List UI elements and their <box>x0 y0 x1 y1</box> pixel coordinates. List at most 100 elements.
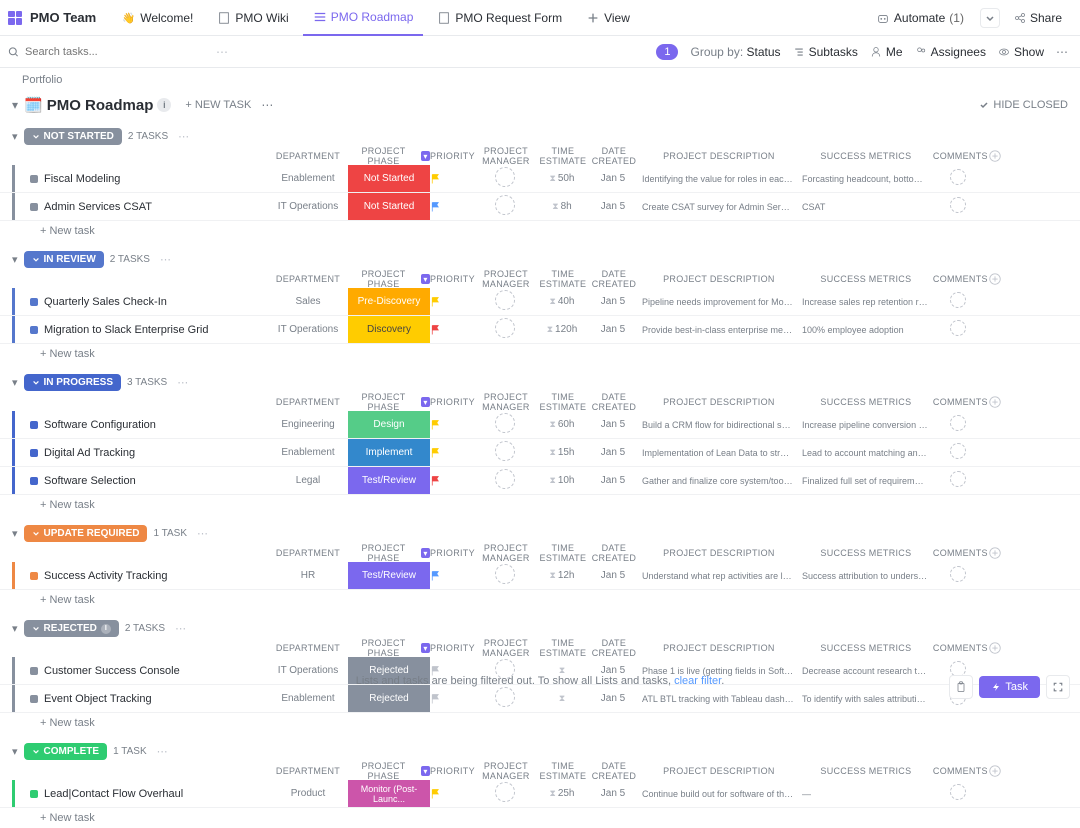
task-comments[interactable] <box>932 566 984 585</box>
task-comments[interactable] <box>932 471 984 490</box>
col-description[interactable]: PROJECT DESCRIPTION <box>639 548 799 558</box>
task-phase[interactable]: Pre-Discovery <box>348 288 430 315</box>
task-comments[interactable] <box>932 292 984 311</box>
col-description[interactable]: PROJECT DESCRIPTION <box>639 151 799 161</box>
group-more-icon[interactable]: ⋯ <box>178 130 189 143</box>
task-department[interactable]: HR <box>268 570 348 581</box>
task-estimate[interactable]: ⧗120h <box>536 324 588 335</box>
task-metrics[interactable]: Success attribution to understand custom… <box>798 571 932 581</box>
col-comments[interactable]: COMMENTS <box>933 548 988 558</box>
task-priority[interactable] <box>430 447 474 459</box>
status-dot-icon[interactable] <box>30 298 38 306</box>
task-row[interactable]: Migration to Slack Enterprise Grid IT Op… <box>0 316 1080 344</box>
col-phase[interactable]: PROJECT PHASE ▾ <box>348 392 430 412</box>
task-manager[interactable] <box>474 167 536 190</box>
col-manager[interactable]: PROJECT MANAGER <box>475 392 537 412</box>
group-more-icon[interactable]: ⋯ <box>160 253 171 266</box>
col-created[interactable]: DATE CREATED <box>589 269 639 289</box>
group-collapse-icon[interactable]: ▾ <box>12 622 18 635</box>
task-department[interactable]: IT Operations <box>268 201 348 212</box>
col-created[interactable]: DATE CREATED <box>589 146 639 166</box>
col-phase[interactable]: PROJECT PHASE ▾ <box>348 761 430 781</box>
status-dot-icon[interactable] <box>30 477 38 485</box>
col-manager[interactable]: PROJECT MANAGER <box>475 269 537 289</box>
col-comments[interactable]: COMMENTS <box>933 151 988 161</box>
task-estimate[interactable]: ⧗50h <box>536 173 588 184</box>
task-department[interactable]: Sales <box>268 296 348 307</box>
col-estimate[interactable]: TIME ESTIMATE <box>537 146 589 166</box>
clear-filter-link[interactable]: clear filter <box>674 675 721 687</box>
assignees-button[interactable]: Assignees <box>915 45 986 59</box>
task-department[interactable]: Legal <box>268 475 348 486</box>
task-description[interactable]: Identifying the value for roles in each … <box>638 174 798 184</box>
task-row[interactable]: Digital Ad Tracking Enablement Implement… <box>0 439 1080 467</box>
task-metrics[interactable]: Decrease account research time for CSMs … <box>798 666 932 676</box>
col-priority[interactable]: PRIORITY <box>430 151 475 161</box>
breadcrumb[interactable]: Portfolio <box>0 68 1080 92</box>
col-manager[interactable]: PROJECT MANAGER <box>475 146 537 166</box>
task-comments[interactable] <box>932 320 984 339</box>
task-priority[interactable] <box>430 419 474 431</box>
status-dot-icon[interactable] <box>30 175 38 183</box>
group-collapse-icon[interactable]: ▾ <box>12 376 18 389</box>
task-phase[interactable]: Rejected <box>348 685 430 712</box>
task-metrics[interactable]: To identify with sales attribution varia… <box>798 694 932 704</box>
task-estimate[interactable]: ⧗25h <box>536 788 588 799</box>
search-field[interactable] <box>25 46 208 58</box>
group-collapse-icon[interactable]: ▾ <box>12 253 18 266</box>
add-column-icon[interactable] <box>988 149 1012 163</box>
task-manager[interactable] <box>474 413 536 436</box>
col-priority[interactable]: PRIORITY <box>430 397 475 407</box>
col-metrics[interactable]: SUCCESS METRICS <box>799 643 933 653</box>
task-phase[interactable]: Monitor (Post-Launc... <box>348 780 430 807</box>
task-phase[interactable]: Discovery <box>348 316 430 343</box>
task-description[interactable]: Provide best-in-class enterprise messagi… <box>638 325 798 335</box>
status-dot-icon[interactable] <box>30 449 38 457</box>
task-comments[interactable] <box>932 197 984 216</box>
group-more-icon[interactable]: ⋯ <box>175 622 186 635</box>
col-phase[interactable]: PROJECT PHASE ▾ <box>348 638 430 658</box>
task-row[interactable]: Admin Services CSAT IT Operations Not St… <box>0 193 1080 221</box>
task-phase[interactable]: Implement <box>348 439 430 466</box>
task-description[interactable]: Build a CRM flow for bidirectional sync … <box>638 420 798 430</box>
task-description[interactable]: Gather and finalize core system/tool req… <box>638 476 798 486</box>
task-metrics[interactable]: Finalized full set of requirements for V… <box>798 476 932 486</box>
task-phase[interactable]: Test/Review <box>348 467 430 494</box>
col-metrics[interactable]: SUCCESS METRICS <box>799 151 933 161</box>
task-manager[interactable] <box>474 318 536 341</box>
add-task-link[interactable]: + New task <box>0 713 1080 733</box>
col-phase[interactable]: PROJECT PHASE ▾ <box>348 543 430 563</box>
group-more-icon[interactable]: ⋯ <box>157 745 168 758</box>
task-manager[interactable] <box>474 195 536 218</box>
status-dot-icon[interactable] <box>30 326 38 334</box>
col-department[interactable]: DEPARTMENT <box>268 274 348 284</box>
task-manager[interactable] <box>474 290 536 313</box>
col-comments[interactable]: COMMENTS <box>933 643 988 653</box>
col-estimate[interactable]: TIME ESTIMATE <box>537 543 589 563</box>
task-estimate[interactable]: ⧗60h <box>536 419 588 430</box>
task-metrics[interactable]: CSAT <box>798 202 932 212</box>
task-department[interactable]: IT Operations <box>268 324 348 335</box>
tab-request-form[interactable]: PMO Request Form <box>427 0 572 36</box>
clipboard-button[interactable] <box>949 675 973 699</box>
share-button[interactable]: Share <box>1004 7 1072 29</box>
task-estimate[interactable]: ⧗40h <box>536 296 588 307</box>
task-row[interactable]: Success Activity Tracking HR Test/Review… <box>0 562 1080 590</box>
automate-button[interactable]: Automate (1) <box>876 11 964 25</box>
subtasks-button[interactable]: Subtasks <box>793 45 858 59</box>
add-task-link[interactable]: + New task <box>0 590 1080 610</box>
tab-wiki[interactable]: PMO Wiki <box>207 0 298 36</box>
col-manager[interactable]: PROJECT MANAGER <box>475 638 537 658</box>
add-column-icon[interactable] <box>988 395 1012 409</box>
col-created[interactable]: DATE CREATED <box>589 392 639 412</box>
search-input[interactable] <box>8 46 208 58</box>
tab-welcome[interactable]: 👋 Welcome! <box>112 0 203 36</box>
status-badge[interactable]: UPDATE REQUIRED <box>24 525 148 542</box>
status-dot-icon[interactable] <box>30 790 38 798</box>
col-estimate[interactable]: TIME ESTIMATE <box>537 269 589 289</box>
col-metrics[interactable]: SUCCESS METRICS <box>799 766 933 776</box>
task-estimate[interactable]: ⧗8h <box>536 201 588 212</box>
task-department[interactable]: Enablement <box>268 447 348 458</box>
task-metrics[interactable]: 100% employee adoption <box>798 325 932 335</box>
col-comments[interactable]: COMMENTS <box>933 274 988 284</box>
